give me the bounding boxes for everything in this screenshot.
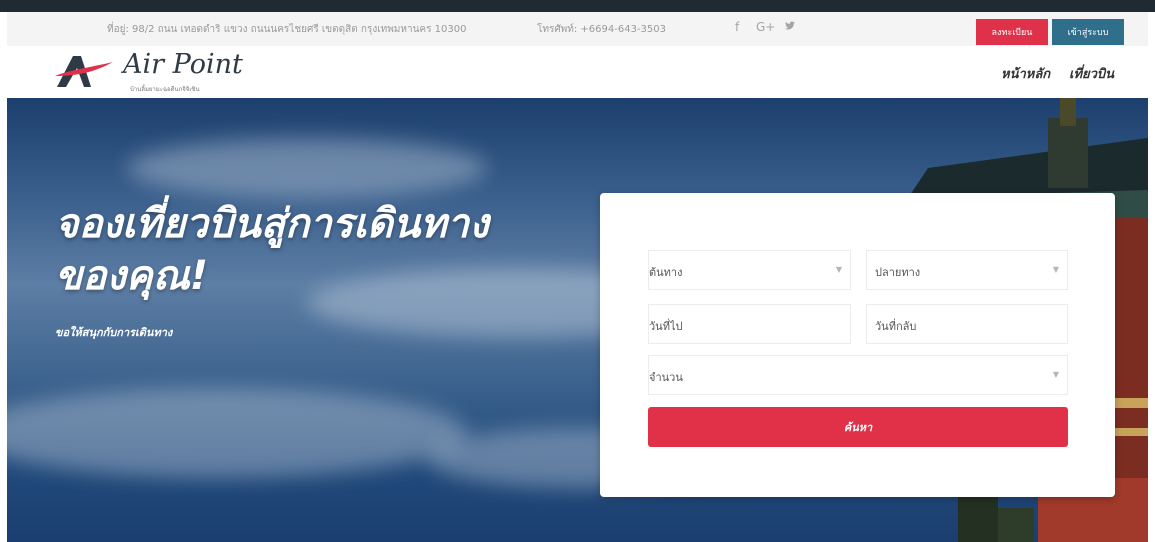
google-plus-icon[interactable]: G+ [756, 20, 775, 34]
phone-text: โทรศัพท์: +6694-643-3503 [537, 24, 666, 35]
origin-label: ต้นทาง [649, 266, 683, 279]
twitter-icon[interactable] [784, 20, 796, 35]
flight-search-card: ต้นทาง ▼ ปลายทาง ▼ วันที่ไป วันที่กลับ จ… [600, 193, 1115, 497]
hero-subtitle: ขอให้สนุกกับการเดินทาง [55, 326, 173, 339]
register-button[interactable]: ลงทะเบียน [976, 19, 1048, 45]
hero-title: จองเที่ยวบินสู่การเดินทาง ของคุณ! [55, 198, 489, 302]
hero-cloud [7, 388, 467, 478]
main-navbar: Air Point บ้านลิ้มยามะฉอดีนกจิจิเขิน หน้… [7, 46, 1148, 98]
passengers-label: จำนวน [649, 371, 683, 384]
brand-tagline: บ้านลิ้มยามะฉอดีนกจิจิเขิน [130, 86, 200, 93]
hero-cloud [127, 138, 487, 198]
nav-flights[interactable]: เที่ยวบิน [1069, 63, 1114, 84]
return-date-label: วันที่กลับ [875, 320, 917, 333]
chevron-down-icon: ▼ [1052, 370, 1059, 379]
passengers-select[interactable]: จำนวน ▼ [648, 355, 1068, 395]
logo-icon[interactable] [55, 54, 115, 88]
origin-select[interactable]: ต้นทาง ▼ [648, 250, 851, 290]
destination-label: ปลายทาง [875, 266, 921, 279]
address-text: ที่อยู่: 98/2 ถนน เทอดดำริ แขวง ถนนนครไช… [107, 24, 467, 35]
top-info-bar: ที่อยู่: 98/2 ถนน เทอดดำริ แขวง ถนนนครไช… [7, 12, 1148, 47]
window-top-border [0, 0, 1155, 12]
depart-date-label: วันที่ไป [649, 320, 683, 333]
chevron-down-icon: ▼ [1052, 265, 1059, 274]
brand-name[interactable]: Air Point [123, 49, 243, 80]
hero-title-line2: ของคุณ! [55, 253, 209, 299]
login-button[interactable]: เข้าสู่ระบบ [1052, 19, 1124, 45]
search-button[interactable]: ค้นหา [648, 407, 1068, 447]
depart-date-input[interactable]: วันที่ไป [648, 304, 851, 344]
facebook-icon[interactable]: f [735, 20, 739, 34]
chevron-down-icon: ▼ [835, 265, 842, 274]
nav-home[interactable]: หน้าหลัก [1001, 63, 1050, 84]
destination-select[interactable]: ปลายทาง ▼ [866, 250, 1068, 290]
hero-title-line1: จองเที่ยวบินสู่การเดินทาง [55, 201, 489, 247]
return-date-input[interactable]: วันที่กลับ [866, 304, 1068, 344]
